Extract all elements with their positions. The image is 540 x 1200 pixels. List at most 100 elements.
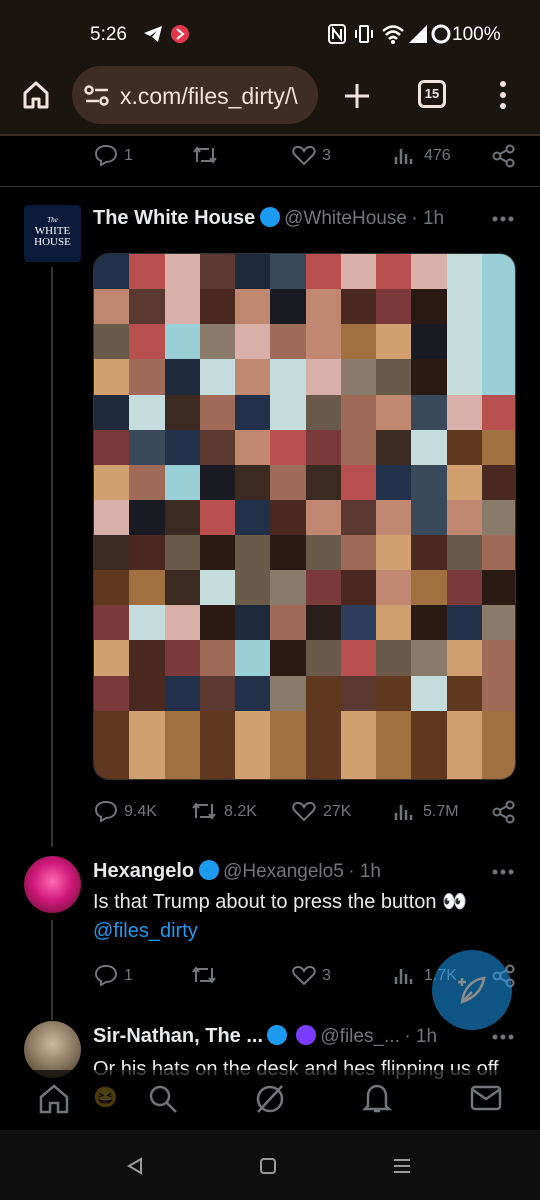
image-pixel — [270, 745, 307, 779]
image-pixel — [164, 499, 201, 537]
mention-link[interactable]: @files_dirty — [93, 917, 513, 946]
image-pixel — [94, 464, 131, 501]
image-pixel — [199, 359, 236, 396]
author-name[interactable]: Hexangelo — [93, 860, 194, 882]
tweet-time[interactable]: · 1h — [348, 861, 381, 882]
image-pixel — [446, 324, 483, 361]
reply-icon[interactable] — [94, 800, 118, 822]
tabs-icon[interactable]: 15 — [418, 80, 446, 108]
image-pixel — [411, 710, 448, 747]
image-pixel — [446, 499, 483, 537]
repost-icon[interactable] — [190, 800, 218, 822]
author-handle[interactable]: @files_... — [320, 1026, 399, 1047]
back-icon[interactable] — [126, 1157, 144, 1175]
share-icon[interactable] — [492, 800, 516, 824]
image-pixel — [164, 289, 201, 326]
image-pixel — [446, 570, 483, 607]
home-icon[interactable] — [22, 80, 50, 110]
image-pixel — [305, 254, 342, 291]
image-pixel — [411, 289, 448, 326]
image-pixel — [340, 254, 377, 291]
image-pixel — [199, 535, 236, 572]
image-pixel — [164, 254, 201, 291]
like-icon[interactable] — [292, 145, 316, 165]
app-notification-icon — [171, 25, 189, 43]
like-icon[interactable] — [292, 801, 316, 821]
tweet-header: The White House @WhiteHouse · 1h — [93, 207, 533, 230]
image-pixel — [481, 640, 515, 677]
more-icon[interactable] — [492, 1034, 514, 1040]
reply-count: 1 — [124, 967, 133, 984]
image-pixel — [129, 254, 166, 291]
image-pixel — [94, 499, 131, 537]
image-pixel — [94, 745, 131, 779]
views-icon[interactable] — [393, 801, 415, 821]
image-pixel — [94, 640, 131, 677]
repost-count: 8.2K — [224, 803, 257, 820]
share-icon[interactable] — [492, 144, 516, 168]
prev-reply-count: 1 — [124, 147, 133, 164]
image-pixel — [235, 745, 272, 779]
avatar[interactable]: The WHITE HOUSE — [24, 205, 81, 262]
menu-dots-icon[interactable] — [498, 80, 508, 110]
recents-icon[interactable] — [392, 1157, 412, 1175]
tweet-text: Is that Trump about to press the button … — [93, 888, 513, 946]
more-icon[interactable] — [492, 869, 514, 875]
image-pixel — [164, 640, 201, 677]
image-pixel — [270, 464, 307, 501]
url-text: x.com/files_dirty/\ — [120, 83, 298, 109]
image-pixel — [305, 394, 342, 431]
image-pixel — [270, 710, 307, 747]
image-pixel — [446, 429, 483, 466]
views-icon[interactable] — [393, 965, 415, 985]
image-pixel — [481, 464, 515, 501]
image-pixel — [376, 745, 413, 779]
image-pixel — [376, 499, 413, 537]
image-pixel — [270, 359, 307, 396]
grok-icon[interactable] — [254, 1084, 286, 1114]
image-pixel — [270, 499, 307, 537]
views-icon[interactable] — [393, 145, 415, 165]
notifications-icon[interactable] — [362, 1082, 392, 1114]
image-pixel — [376, 710, 413, 747]
site-settings-icon[interactable] — [84, 85, 110, 107]
tweet-time[interactable]: · 1h — [411, 208, 444, 229]
like-count: 3 — [322, 967, 331, 984]
author-name[interactable]: Sir-Nathan, The ... — [93, 1025, 263, 1047]
image-pixel — [164, 535, 201, 572]
compose-icon — [458, 976, 486, 1004]
author-name[interactable]: The White House — [93, 207, 255, 229]
home-button-icon[interactable] — [259, 1157, 277, 1175]
reply-icon[interactable] — [94, 144, 118, 166]
url-bar[interactable]: x.com/files_dirty/\ — [72, 66, 318, 124]
messages-icon[interactable] — [470, 1085, 502, 1111]
like-icon[interactable] — [292, 965, 316, 985]
image-pixel — [446, 605, 483, 642]
plus-icon[interactable] — [343, 82, 371, 110]
more-icon[interactable] — [492, 216, 514, 222]
tweet-image[interactable] — [93, 253, 516, 780]
avatar[interactable] — [24, 856, 81, 913]
verified-icon — [259, 207, 280, 227]
prev-view-count: 476 — [424, 147, 451, 164]
image-pixel — [481, 710, 515, 747]
repost-icon[interactable] — [190, 964, 218, 986]
image-pixel — [199, 745, 236, 779]
author-handle[interactable]: @WhiteHouse — [284, 208, 407, 229]
image-pixel — [235, 359, 272, 396]
home-icon[interactable] — [38, 1084, 70, 1114]
tweet-time[interactable]: · 1h — [404, 1026, 437, 1047]
image-pixel — [164, 394, 201, 431]
compose-button[interactable] — [432, 950, 512, 1030]
image-pixel — [94, 254, 131, 291]
image-pixel — [411, 324, 448, 361]
image-pixel — [411, 464, 448, 501]
image-pixel — [94, 570, 131, 607]
author-handle[interactable]: @Hexangelo5 — [223, 861, 344, 882]
search-icon[interactable] — [148, 1084, 178, 1114]
image-pixel — [481, 570, 515, 607]
reply-icon[interactable] — [94, 964, 118, 986]
repost-icon[interactable] — [191, 144, 219, 166]
image-pixel — [199, 289, 236, 326]
image-pixel — [376, 640, 413, 677]
